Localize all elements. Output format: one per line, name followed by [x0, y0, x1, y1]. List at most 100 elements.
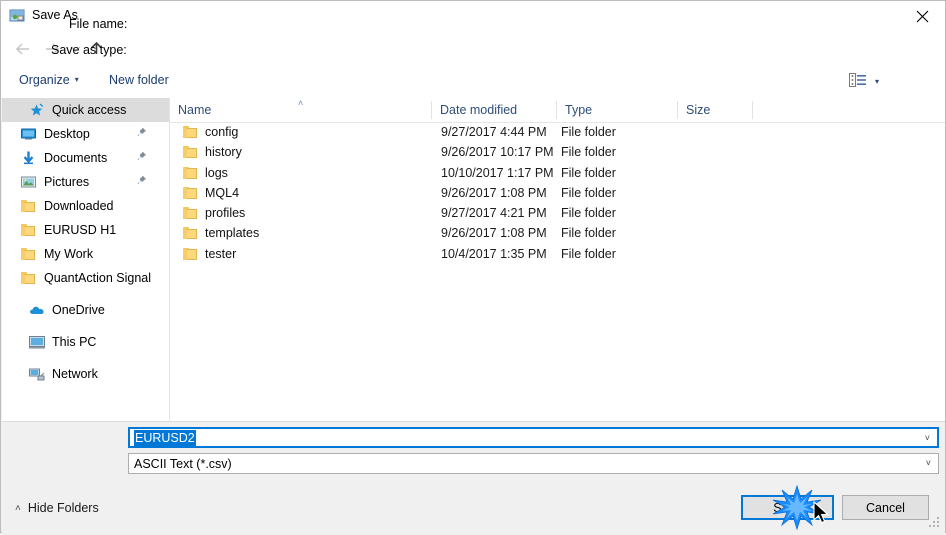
file-name: tester [205, 246, 237, 261]
sidebar-item-label: Network [52, 367, 98, 381]
table-row[interactable]: tester 10/4/2017 1:35 PM File folder [170, 245, 945, 265]
save-as-app-icon [9, 8, 26, 24]
navigation-bar: « Roaming › MetaQuotes › Terminal › 9155… [1, 32, 945, 91]
file-name: MQL4 [205, 185, 240, 200]
column-header-type[interactable]: Type [557, 98, 677, 121]
column-divider[interactable] [752, 101, 753, 119]
onedrive-cloud-icon [28, 302, 45, 318]
table-row[interactable]: MQL4 9/26/2017 1:08 PM File folder [170, 184, 945, 204]
view-layout-icon [849, 73, 867, 90]
file-name: profiles [205, 206, 246, 221]
save-as-dialog: Save As « Roaming › M [0, 0, 946, 533]
sidebar-item-quantaction-signal[interactable]: QuantAction Signal [2, 266, 169, 290]
file-date-modified: 10/10/2017 1:17 PM [441, 165, 554, 180]
sidebar-item-downloaded[interactable]: Downloaded [2, 194, 169, 218]
organize-label: Organize [19, 73, 70, 87]
table-row[interactable]: config 9/27/2017 4:44 PM File folder [170, 123, 945, 143]
sidebar-item-pictures[interactable]: Pictures [2, 170, 169, 194]
sidebar-item-label: QuantAction Signal [44, 271, 152, 285]
file-date-modified: 9/26/2017 10:17 PM [441, 145, 554, 160]
column-header-name[interactable]: Name [170, 98, 432, 121]
column-header-row: ˄ Name Date modified Type Size [170, 98, 945, 123]
sidebar-item-eurusd-h1[interactable]: EURUSD H1 [2, 218, 169, 242]
chevron-down-icon[interactable]: ˅ [925, 433, 930, 443]
file-type: File folder [561, 206, 616, 221]
file-name: history [205, 145, 242, 160]
sidebar-item-desktop[interactable]: Desktop [2, 122, 169, 146]
folder-icon [20, 246, 37, 262]
sidebar-item-network[interactable]: Network [2, 362, 169, 386]
sidebar-item-my-work[interactable]: My Work [2, 242, 169, 266]
file-type: File folder [561, 145, 616, 160]
organize-button[interactable]: Organize ▾ [19, 73, 79, 87]
file-rows: config 9/27/2017 4:44 PM File folder his… [170, 123, 945, 265]
pictures-icon [20, 174, 37, 190]
documents-arrow-icon [20, 150, 37, 166]
network-icon [28, 366, 45, 382]
sidebar-item-quick-access[interactable]: Quick access [2, 98, 169, 122]
navigation-sidebar: Quick access Desktop Documents Pictures … [2, 98, 169, 421]
file-type: File folder [561, 226, 616, 241]
sidebar-item-label: This PC [52, 335, 97, 349]
file-name-input[interactable]: EURUSD2 ˅ [128, 427, 939, 448]
file-name-value[interactable]: EURUSD2 [134, 429, 196, 446]
sidebar-item-label: OneDrive [52, 303, 105, 317]
desktop-icon [20, 126, 37, 142]
hide-folders-button[interactable]: ˄ Hide Folders [15, 501, 99, 515]
file-date-modified: 10/4/2017 1:35 PM [441, 246, 547, 261]
sidebar-item-label: Pictures [44, 175, 90, 189]
file-date-modified: 9/27/2017 4:44 PM [441, 125, 547, 139]
file-name-label: File name: [69, 17, 128, 31]
resize-grip[interactable] [929, 517, 940, 528]
this-pc-icon [28, 334, 45, 350]
column-header-size[interactable]: Size [678, 98, 752, 121]
sidebar-item-documents[interactable]: Documents [2, 146, 169, 170]
star-pin-icon [28, 102, 45, 118]
save-button-label: Save [773, 500, 802, 515]
command-toolbar: Organize▾ New folder ▾ ? [1, 65, 945, 155]
file-date-modified: 9/26/2017 1:08 PM [441, 226, 547, 241]
file-type: File folder [561, 246, 616, 261]
save-as-type-value: ASCII Text (*.csv) [134, 456, 232, 471]
cancel-button-label: Cancel [866, 500, 905, 515]
new-folder-button[interactable]: New folder [109, 73, 169, 87]
sidebar-item-label: Quick access [52, 103, 127, 117]
file-name: templates [205, 226, 260, 241]
hide-folders-label: Hide Folders [27, 501, 99, 515]
pin-icon[interactable] [136, 175, 147, 189]
folder-icon [20, 198, 37, 214]
view-mode-button[interactable]: ▾ [849, 73, 879, 90]
sidebar-item-this-pc[interactable]: This PC [2, 330, 169, 354]
sidebar-item-label: EURUSD H1 [44, 223, 117, 237]
file-date-modified: 9/27/2017 4:21 PM [441, 206, 547, 221]
folder-icon [20, 222, 37, 238]
chevron-down-icon: ▾ [74, 75, 79, 84]
back-icon[interactable] [9, 32, 35, 65]
sidebar-item-onedrive[interactable]: OneDrive [2, 298, 169, 322]
table-row[interactable]: profiles 9/27/2017 4:21 PM File folder [170, 204, 945, 224]
file-name: config [205, 125, 239, 139]
sidebar-item-label: Desktop [44, 127, 90, 141]
pin-icon[interactable] [136, 151, 147, 165]
file-type: File folder [561, 185, 616, 200]
table-row[interactable]: history 9/26/2017 10:17 PM File folder [170, 143, 945, 163]
table-row[interactable]: logs 10/10/2017 1:17 PM File folder [170, 164, 945, 184]
sidebar-item-label: Downloaded [44, 199, 114, 213]
cancel-button[interactable]: Cancel [842, 495, 929, 520]
sidebar-item-label: Documents [44, 151, 108, 165]
close-icon[interactable] [899, 1, 945, 32]
save-as-type-select[interactable]: ASCII Text (*.csv) ˅ [128, 453, 939, 474]
chevron-up-icon: ˄ [15, 502, 21, 514]
title-bar: Save As [1, 1, 945, 32]
chevron-down-icon[interactable]: ˅ [926, 458, 931, 468]
file-type: File folder [561, 125, 616, 139]
pin-icon[interactable] [136, 127, 147, 141]
file-list-pane: ˄ Name Date modified Type Size config 9/… [169, 98, 945, 421]
save-button[interactable]: Save [741, 495, 834, 520]
table-row[interactable]: templates 9/26/2017 1:08 PM File folder [170, 224, 945, 244]
sidebar-item-label: My Work [44, 247, 94, 261]
file-date-modified: 9/26/2017 1:08 PM [441, 185, 547, 200]
column-header-date-modified[interactable]: Date modified [432, 98, 556, 121]
